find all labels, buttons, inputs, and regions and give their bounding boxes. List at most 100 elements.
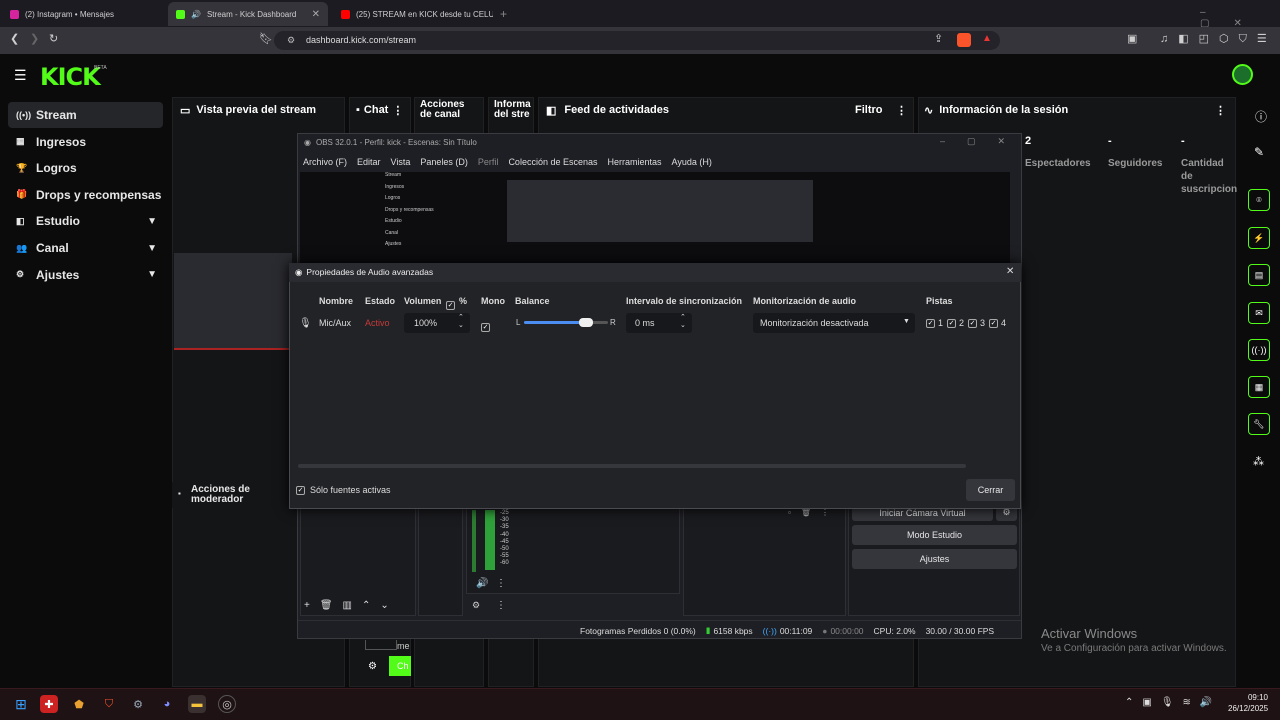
scene-toolbar[interactable]: +🗑▥⌃⌄ xyxy=(304,600,399,611)
sidebar-item-ajustes[interactable]: ⚙ Ajustes ▼ xyxy=(8,262,163,288)
sidebar-item-estudio[interactable]: ◧ Estudio ▼ xyxy=(8,208,163,234)
obs-menu-item[interactable]: Perfil xyxy=(478,157,499,167)
app-icon-badge[interactable]: ⬟ xyxy=(70,695,88,713)
chevron-down-icon[interactable]: ▼ xyxy=(147,216,157,227)
studio-mode-button[interactable]: Modo Estudio xyxy=(852,525,1017,545)
new-tab-icon[interactable]: + xyxy=(500,7,507,21)
app-icon-shield[interactable]: ✚ xyxy=(40,695,58,713)
brave-taskbar-icon[interactable]: ⛉ xyxy=(100,695,118,713)
window-controls[interactable]: –▢✕ xyxy=(1200,7,1280,29)
rail-bolt-icon[interactable]: ⚡ xyxy=(1248,227,1270,249)
obs-menu-item[interactable]: Colección de Escenas xyxy=(508,157,597,167)
chat-more-icon[interactable]: ⋮ xyxy=(392,104,403,117)
chat-input-fragment xyxy=(365,640,397,650)
toolbar-icons[interactable]: ♫◧◰⬡⛉☰ xyxy=(1160,32,1277,46)
chat-fragment-text: me xyxy=(397,641,410,651)
forward-icon[interactable]: ❯ xyxy=(30,32,39,45)
obs-menu-item[interactable]: Paneles (D) xyxy=(420,157,468,167)
obs-status-items: Fotogramas Perdidos 0 (0.0%) ▮ 6158 kbps… xyxy=(580,625,994,636)
chevron-down-icon[interactable]: ▼ xyxy=(147,243,157,254)
brave-shield-icon[interactable] xyxy=(957,33,971,47)
feed-more-icon[interactable]: ⋮ xyxy=(896,100,907,120)
obs-menu-item[interactable]: Editar xyxy=(357,157,381,167)
only-active-wrap: ✓ Sólo fuentes activas xyxy=(296,485,391,495)
obs-menu-item[interactable]: Archivo (F) xyxy=(303,157,347,167)
rail-broadcast-icon[interactable]: ((·)) xyxy=(1248,339,1270,361)
trophy-icon: 🏆 xyxy=(16,162,28,173)
balance-slider-handle[interactable] xyxy=(579,318,593,327)
sidebar-item-drops[interactable]: 🎁 Drops y recompensas xyxy=(8,182,163,208)
track-checkbox-3[interactable]: ✓ 3 xyxy=(968,318,985,328)
hamburger-menu-icon[interactable]: ☰ xyxy=(14,67,27,84)
track-checkbox-1[interactable]: ✓ 1 xyxy=(926,318,943,328)
mono-checkbox[interactable]: ✓ xyxy=(481,318,490,332)
track-checkbox-4[interactable]: ✓ 4 xyxy=(989,318,1006,328)
header-sync: Intervalo de sincronización xyxy=(626,296,743,306)
clock[interactable]: 09:10 26/12/2025 xyxy=(1228,692,1268,714)
sidebar-item-stream[interactable]: ((•)) Stream xyxy=(8,102,163,128)
only-active-label: Sólo fuentes activas xyxy=(310,485,391,495)
sync-offset-spinbox[interactable]: 0 ms ⌃ ⌄ xyxy=(626,313,692,333)
mute-speaker-icon[interactable]: 🔊 xyxy=(476,578,488,589)
obs-taskbar-icon[interactable]: ◎ xyxy=(218,695,236,713)
chat-send-button[interactable]: Ch xyxy=(389,656,411,676)
back-icon[interactable]: ❮ xyxy=(10,32,19,45)
sidebar-item-canal[interactable]: 👥 Canal ▼ xyxy=(8,235,163,261)
reload-icon[interactable]: ↻ xyxy=(49,32,58,45)
close-button[interactable]: Cerrar xyxy=(966,479,1015,501)
rail-layout-icon[interactable]: ▦ xyxy=(1248,376,1270,398)
bookmark-icon[interactable]: 🔖︎ xyxy=(259,32,273,45)
rail-camera-icon[interactable]: ⌾ xyxy=(1248,189,1270,211)
rail-more-icon[interactable]: ⁂ xyxy=(1253,455,1264,468)
dialog-close-icon[interactable]: ✕ xyxy=(1006,266,1014,277)
obs-menu-item[interactable]: Ayuda (H) xyxy=(672,157,712,167)
filter-button[interactable]: Filtro xyxy=(855,100,883,120)
close-tab-icon[interactable]: ✕ xyxy=(312,9,320,20)
chat-settings-icon[interactable]: ⚙ xyxy=(368,661,377,672)
spin-arrows-icon[interactable]: ⌃ ⌄ xyxy=(458,314,464,330)
shield-icon: ▪ xyxy=(178,489,181,498)
percent-checkbox[interactable]: ✓ xyxy=(446,296,455,310)
mixer-more-icon[interactable]: ⋮ xyxy=(496,578,506,589)
brave-rewards-icon[interactable]: ▲ xyxy=(982,33,992,44)
tab-instagram[interactable]: (2) Instagram • Mensajes xyxy=(2,2,167,26)
extensions-icon[interactable]: ▣ xyxy=(1127,32,1137,45)
avatar[interactable] xyxy=(1232,64,1253,85)
obs-settings-button[interactable]: Ajustes xyxy=(852,549,1017,569)
edit-icon[interactable]: ✎ xyxy=(1254,145,1264,159)
url-bar[interactable]: dashboard.kick.com/stream xyxy=(274,31,1000,50)
rail-wrench-icon[interactable]: 🔧︎ xyxy=(1248,413,1270,435)
system-tray-icons[interactable]: ⌃▣🎙︎≋🔊 xyxy=(1125,697,1221,708)
monitoring-select[interactable]: Monitorización desactivada ▼ xyxy=(753,313,915,333)
mixer-settings-icon[interactable]: ⚙ xyxy=(472,600,480,611)
file-explorer-taskbar-icon[interactable]: ▬ xyxy=(188,695,206,713)
obs-window-controls[interactable]: –▢✕ xyxy=(940,136,1027,147)
rail-doc-icon[interactable]: ▤ xyxy=(1248,264,1270,286)
spin-arrows-icon[interactable]: ⌃ ⌄ xyxy=(680,314,686,330)
rail-chat-icon[interactable]: ✉ xyxy=(1248,302,1270,324)
site-info-icon[interactable]: ⚙ xyxy=(287,35,295,46)
tab-kick-dashboard[interactable]: 🔊 Stream - Kick Dashboard ✕ xyxy=(168,2,328,26)
discord-taskbar-icon[interactable]: ◕ xyxy=(158,695,176,713)
session-more-icon[interactable]: ⋮ xyxy=(1215,100,1226,120)
dialog-h-scrollbar[interactable] xyxy=(298,464,966,468)
sidebar-item-ingresos[interactable]: ▦ Ingresos xyxy=(8,129,163,155)
sidebar-item-logros[interactable]: 🏆 Logros xyxy=(8,155,163,181)
volume-spinbox[interactable]: 100% ⌃ ⌄ xyxy=(404,313,470,333)
settings-taskbar-icon[interactable]: ⚙ xyxy=(129,695,147,713)
info-icon[interactable]: ⓘ xyxy=(1255,108,1267,125)
obs-menu-item[interactable]: Herramientas xyxy=(608,157,662,167)
share-icon[interactable]: ⇪ xyxy=(934,32,943,45)
obs-menu-item[interactable]: Vista xyxy=(391,157,411,167)
stream-icon: ((·)) xyxy=(762,625,777,636)
tab-youtube[interactable]: (25) STREAM en KICK desde tu CELU xyxy=(333,2,493,26)
chevron-down-icon[interactable]: ▼ xyxy=(147,269,157,280)
transition-toolbar[interactable]: ▫🗑⋮ xyxy=(788,508,839,517)
kick-logo[interactable]: KICK xyxy=(40,63,101,91)
obs-title: OBS 32.0.1 - Perfil: kick - Escenas: Sin… xyxy=(315,138,477,147)
track-checkbox-2[interactable]: ✓ 2 xyxy=(947,318,964,328)
mixer-menu-icon[interactable]: ⋮ xyxy=(496,600,506,611)
activity-feed-title: Feed de actividades xyxy=(564,104,669,116)
windows-start-icon[interactable]: ⊞ xyxy=(12,695,30,713)
only-active-checkbox[interactable]: ✓ xyxy=(296,485,305,495)
